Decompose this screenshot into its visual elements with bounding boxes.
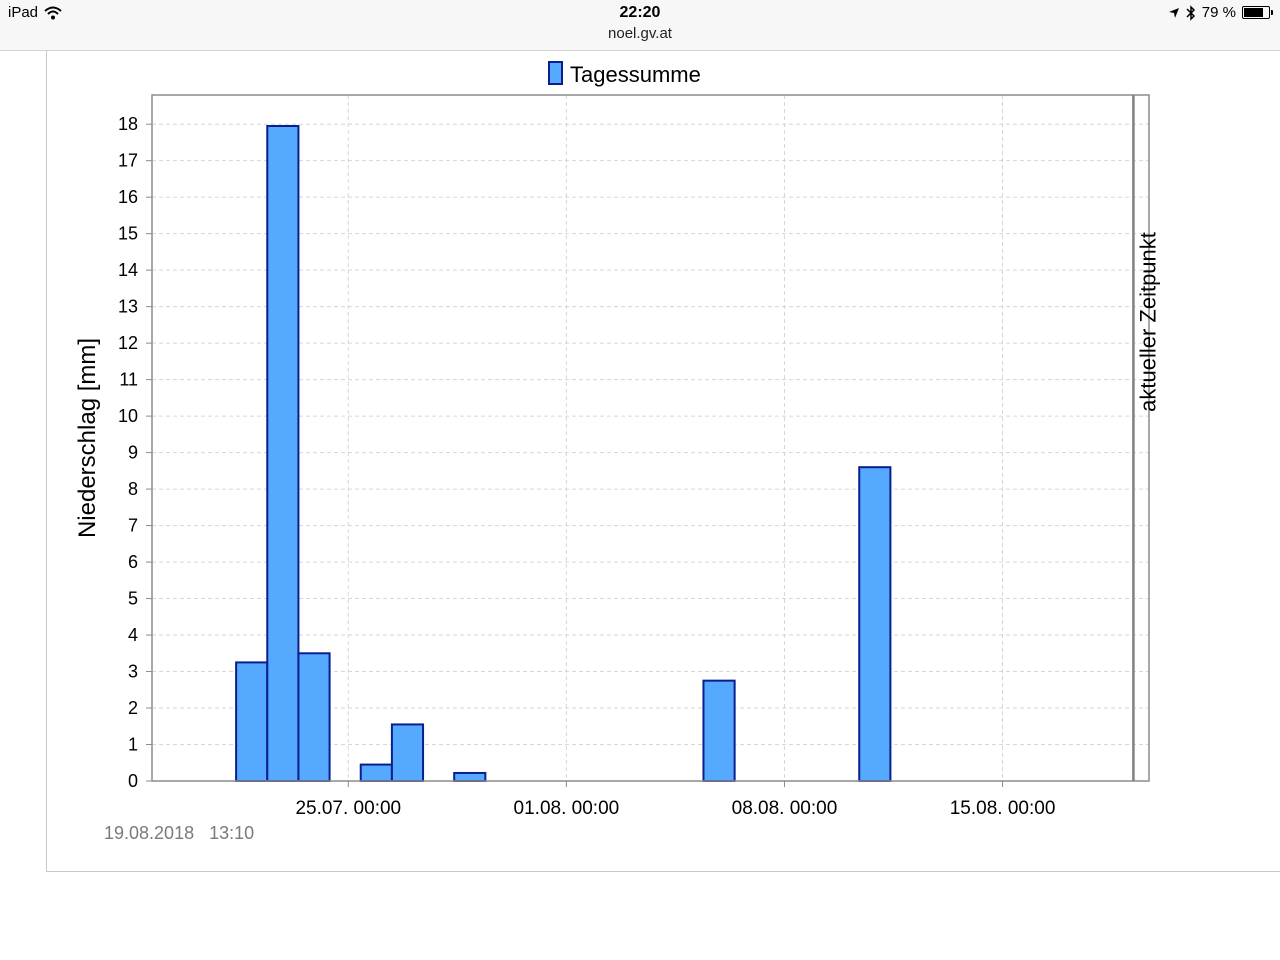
y-tick-label: 3 bbox=[128, 662, 138, 682]
legend: Tagessumme bbox=[548, 61, 701, 87]
y-tick-label: 16 bbox=[118, 187, 138, 207]
x-tick-label: 08.08. 00:00 bbox=[732, 798, 838, 819]
timestamp: 19.08.2018 13:10 bbox=[104, 823, 254, 843]
legend-label: Tagessumme bbox=[570, 62, 701, 87]
y-tick-label: 12 bbox=[118, 333, 138, 353]
bar bbox=[235, 661, 269, 782]
y-tick-label: 13 bbox=[118, 297, 138, 317]
bar bbox=[390, 723, 425, 782]
y-tick-label: 8 bbox=[128, 479, 138, 499]
y-tick-label: 7 bbox=[128, 516, 138, 536]
bar bbox=[297, 652, 331, 782]
y-tick-label: 14 bbox=[118, 260, 138, 280]
y-axis-title: Niederschlag [mm] bbox=[74, 338, 101, 538]
y-tick-label: 1 bbox=[128, 735, 138, 755]
y-tick-label: 18 bbox=[118, 114, 138, 134]
y-tick-label: 2 bbox=[128, 698, 138, 718]
y-tick-label: 11 bbox=[119, 370, 138, 390]
y-tick-label: 5 bbox=[128, 589, 138, 609]
bar bbox=[266, 125, 300, 783]
y-tick-label: 4 bbox=[128, 625, 138, 645]
y-tick-label: 17 bbox=[118, 151, 138, 171]
current-time-marker-label: aktueller Zeitpunkt bbox=[1135, 232, 1160, 412]
bar bbox=[359, 763, 393, 782]
x-tick-label: 25.07. 00:00 bbox=[295, 798, 401, 819]
y-tick-label: 15 bbox=[118, 224, 138, 244]
bar bbox=[858, 466, 892, 782]
precipitation-chart: 012345678910111213141516171825.07. 00:00… bbox=[74, 61, 1160, 843]
legend-swatch bbox=[548, 61, 563, 85]
bar bbox=[702, 679, 736, 782]
y-tick-label: 10 bbox=[118, 406, 138, 426]
y-tick-label: 9 bbox=[128, 443, 138, 463]
x-tick-label: 01.08. 00:00 bbox=[514, 798, 620, 819]
bar-layer bbox=[235, 125, 892, 783]
y-tick-label: 6 bbox=[128, 552, 138, 572]
bar bbox=[453, 771, 487, 783]
y-tick-label: 0 bbox=[128, 771, 138, 791]
x-tick-label: 15.08. 00:00 bbox=[950, 798, 1056, 819]
